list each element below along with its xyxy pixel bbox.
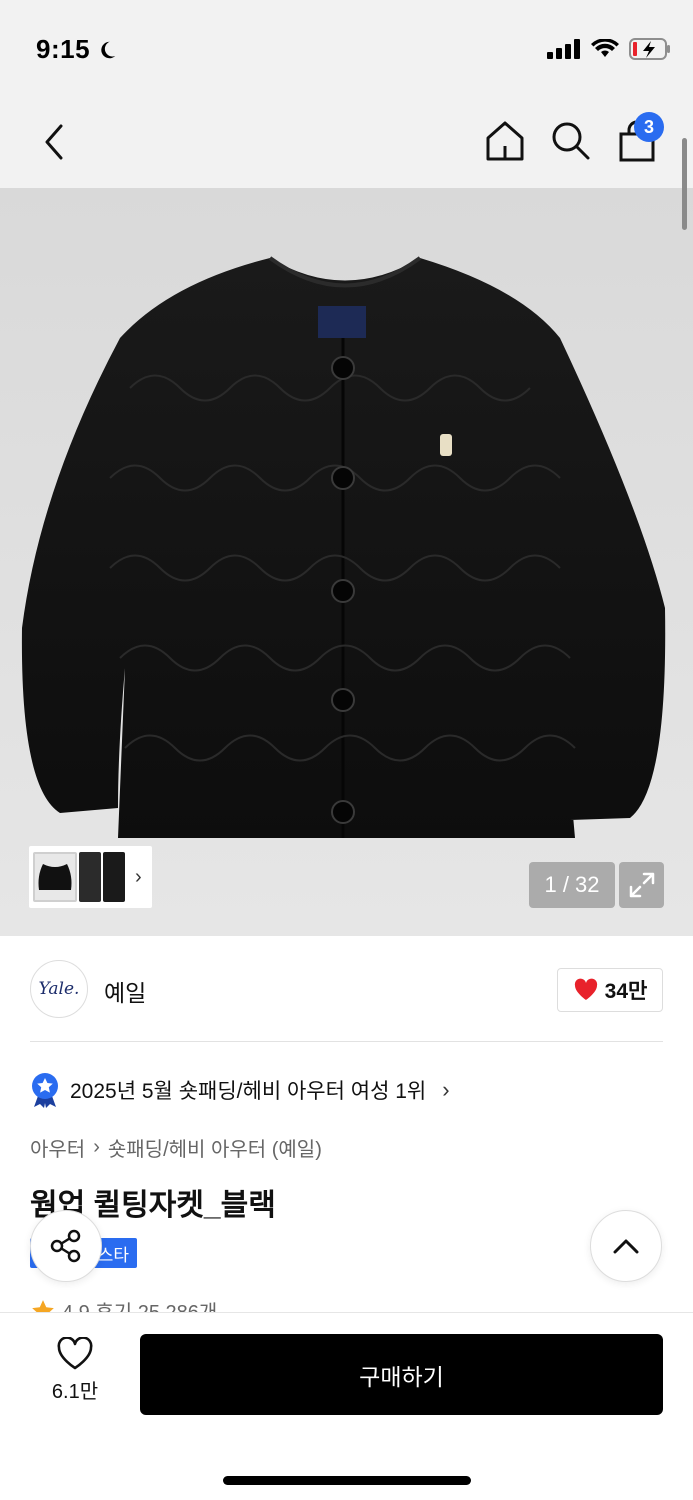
ranking-text: 2025년 5월 숏패딩/헤비 아우터 여성 1위 <box>70 1080 427 1103</box>
cellular-signal-icon <box>547 39 580 59</box>
cart-count-badge: 3 <box>634 112 664 142</box>
breadcrumb: 아우터 › 숏패딩/헤비 아우터 (예일) <box>30 1133 322 1162</box>
ranking-chevron-icon: › <box>442 1077 450 1102</box>
status-icons <box>547 38 671 60</box>
scroll-indicator <box>682 138 687 230</box>
product-jacket-image <box>21 256 666 838</box>
thumbnail-next-chevron-icon[interactable]: › <box>135 866 142 889</box>
share-icon <box>50 1229 81 1263</box>
ranking-badge-icon <box>32 1073 58 1108</box>
brand-logo-text: Yale. <box>38 979 80 999</box>
buy-button[interactable]: 구매하기 <box>140 1334 663 1415</box>
brand-row: Yale. 예일 34만 <box>0 936 693 1042</box>
search-icon <box>552 122 590 160</box>
product-image-gallery[interactable] <box>0 188 693 936</box>
back-button[interactable] <box>34 120 74 164</box>
bottom-purchase-bar: 6.1만 구매하기 <box>0 1312 693 1500</box>
home-indicator <box>223 1476 471 1485</box>
back-chevron-icon <box>45 124 63 160</box>
nav-bar <box>0 96 693 188</box>
clock-text: 9:15 <box>36 34 91 64</box>
wifi-icon <box>591 39 619 57</box>
heart-outline-icon <box>57 1337 93 1370</box>
home-icon <box>486 121 524 161</box>
chevron-up-icon <box>613 1239 639 1254</box>
divider <box>30 1041 663 1042</box>
breadcrumb-level-1[interactable]: 아우터 <box>30 1133 85 1162</box>
breadcrumb-separator-icon: › <box>93 1136 100 1158</box>
brand-name[interactable]: 예일 <box>104 974 146 1008</box>
wishlist-count: 6.1만 <box>51 1381 99 1403</box>
status-time: 9:15 <box>36 34 118 65</box>
thumbnail-3[interactable] <box>103 852 125 902</box>
thumbnail-2[interactable] <box>79 852 101 902</box>
expand-icon <box>629 872 654 898</box>
image-page-counter: 1 / 32 <box>529 862 615 908</box>
moon-icon <box>101 41 116 58</box>
breadcrumb-level-2[interactable]: 숏패딩/헤비 아우터 (예일) <box>108 1133 322 1162</box>
scroll-to-top-button[interactable] <box>590 1210 662 1282</box>
brand-like-count: 34만 <box>604 980 648 1003</box>
brand-logo[interactable]: Yale. <box>30 960 88 1018</box>
expand-image-button[interactable] <box>619 862 664 908</box>
status-bar: 9:15 <box>0 0 693 96</box>
share-button[interactable] <box>30 1210 102 1282</box>
ranking-banner[interactable]: 2025년 5월 숏패딩/헤비 아우터 여성 1위 › <box>30 1070 450 1110</box>
wishlist-button[interactable]: 6.1만 <box>40 1337 110 1417</box>
thumbnail-strip[interactable]: › <box>29 846 152 908</box>
home-button[interactable] <box>482 118 528 164</box>
thumbnail-1[interactable] <box>33 852 77 902</box>
brand-like-button[interactable]: 34만 <box>557 968 663 1012</box>
search-button[interactable] <box>548 118 594 164</box>
heart-filled-icon <box>574 978 597 1000</box>
battery-charging-icon <box>629 38 670 60</box>
